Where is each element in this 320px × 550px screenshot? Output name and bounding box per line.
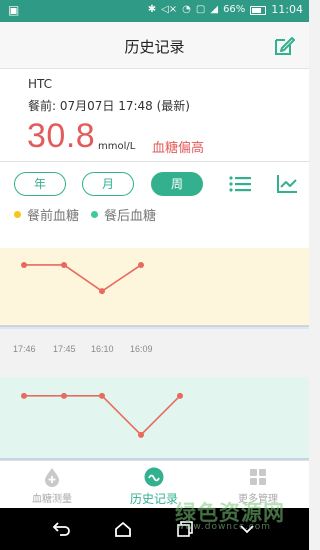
legend-before-dot bbox=[14, 211, 21, 218]
time-label-2: 17:45 bbox=[53, 344, 76, 354]
charts-svg: 17:46 17:45 16:10 16:09 bbox=[0, 248, 309, 460]
tab-week[interactable]: 周 bbox=[151, 172, 203, 196]
chart-point-1-4 bbox=[138, 261, 144, 268]
time-label-4: 16:09 bbox=[130, 344, 153, 354]
legend-after-label: 餐后血糖 bbox=[104, 209, 157, 224]
edit-icon[interactable] bbox=[273, 35, 295, 57]
chart-point-2-3 bbox=[99, 392, 105, 399]
legend-before-label: 餐前血糖 bbox=[27, 209, 80, 224]
drop-plus-icon bbox=[45, 468, 59, 487]
device-name: HTC bbox=[28, 77, 53, 91]
history-wave-icon bbox=[144, 467, 164, 487]
chart-point-2-5 bbox=[177, 392, 183, 399]
glucose-unit: mmol/L bbox=[98, 141, 136, 152]
time-label-1: 17:46 bbox=[13, 344, 36, 354]
glucose-status: 血糖偏高 bbox=[152, 141, 205, 156]
chart-point-2-1 bbox=[21, 392, 27, 399]
bluetooth-icon: ✱ bbox=[147, 4, 157, 15]
chart-point-1-3 bbox=[99, 288, 105, 295]
signal-icon: ◢ bbox=[210, 4, 219, 15]
status-bar: ▣ ✱ ◁× ◔ ▢ ◢ 66% 11:04 bbox=[0, 0, 309, 22]
chart-point-1-2 bbox=[61, 261, 67, 268]
home-icon[interactable] bbox=[114, 521, 132, 537]
chart-point-1-1 bbox=[21, 261, 27, 268]
chart-band-1 bbox=[0, 248, 309, 326]
chart-point-2-2 bbox=[61, 392, 67, 399]
battery-icon bbox=[250, 5, 267, 15]
reading-time: 餐前: 07月07日 17:48 (最新) bbox=[28, 99, 190, 113]
glucose-value: 30.8 bbox=[27, 117, 96, 155]
watermark-url: www.downcc.com bbox=[176, 522, 271, 532]
header: 历史记录 bbox=[0, 22, 309, 69]
glucose-charts: 17:46 17:45 16:10 16:09 bbox=[0, 248, 309, 460]
status-icons: ✱ ◁× ◔ ▢ ◢ 66% 11:04 bbox=[148, 4, 303, 16]
legend-before-meal: 餐前血糖 bbox=[14, 205, 79, 224]
legend-after-dot bbox=[91, 211, 99, 218]
nfc-icon: ▢ bbox=[195, 4, 206, 15]
chart-legend: 餐前血糖 餐后血糖 bbox=[14, 205, 168, 224]
list-view-icon[interactable] bbox=[229, 175, 251, 193]
page-title: 历史记录 bbox=[124, 38, 185, 56]
legend-after-meal: 餐后血糖 bbox=[91, 205, 156, 224]
chart-band-2 bbox=[0, 377, 309, 459]
tab-history-label: 历史记录 bbox=[129, 492, 178, 506]
chart-point-2-4 bbox=[138, 431, 144, 438]
image-icon: ▣ bbox=[8, 3, 20, 17]
tab-year[interactable]: 年 bbox=[14, 172, 66, 196]
clock: 11:04 bbox=[271, 3, 303, 16]
back-icon[interactable] bbox=[52, 521, 70, 537]
battery-percent: 66% bbox=[223, 4, 246, 15]
mute-icon: ◁× bbox=[161, 4, 178, 15]
grid-icon bbox=[250, 469, 266, 485]
chart-view-icon[interactable] bbox=[276, 174, 298, 194]
wifi-icon: ◔ bbox=[182, 4, 191, 15]
chart-controls: 年 月 周 餐前血糖 餐后血糖 bbox=[0, 162, 309, 248]
tab-glucose-measure[interactable]: 血糖测量 bbox=[12, 467, 92, 505]
tab-month[interactable]: 月 bbox=[82, 172, 134, 196]
tab-glucose-measure-label: 血糖测量 bbox=[32, 494, 72, 505]
time-label-3: 16:10 bbox=[91, 344, 114, 354]
latest-reading-panel: HTC 餐前: 07月07日 17:48 (最新) 30.8 mmol/L 血糖… bbox=[0, 69, 309, 162]
